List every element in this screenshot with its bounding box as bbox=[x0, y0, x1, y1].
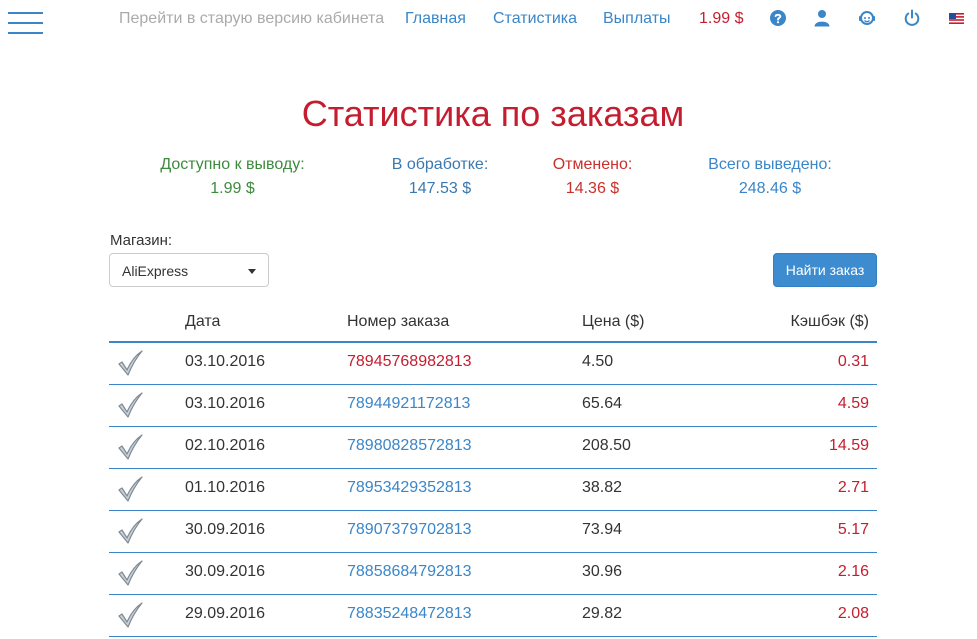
order-number-link[interactable]: 78858684792813 bbox=[347, 563, 472, 581]
order-date: 01.10.2016 bbox=[185, 479, 266, 496]
table-row: 02.10.2016 78980828572813 208.50 14.59 bbox=[109, 427, 877, 469]
order-price: 208.50 bbox=[582, 437, 631, 454]
order-cashback: 5.17 bbox=[837, 521, 869, 538]
table-row: 03.10.2016 78944921172813 65.64 4.59 bbox=[109, 385, 877, 427]
check-mark-icon bbox=[116, 601, 144, 629]
order-date: 30.09.2016 bbox=[185, 521, 266, 538]
header-date: Дата bbox=[185, 313, 221, 330]
order-cashback: 4.59 bbox=[837, 395, 869, 412]
cancelled-value: 14.36 $ bbox=[565, 180, 620, 197]
order-price: 38.82 bbox=[582, 479, 623, 496]
summary-processing: В обработке: 147.53 $ bbox=[365, 153, 515, 201]
store-select[interactable]: AliExpress bbox=[109, 253, 269, 287]
order-cashback: 14.59 bbox=[828, 437, 869, 454]
withdrawn-label: Всего выведено: bbox=[708, 156, 832, 173]
old-version-link[interactable]: Перейти в старую версию кабинета bbox=[119, 10, 384, 28]
order-price: 29.82 bbox=[582, 605, 623, 622]
order-date: 30.09.2016 bbox=[185, 563, 266, 580]
store-select-value: AliExpress bbox=[122, 263, 189, 279]
order-date: 02.10.2016 bbox=[185, 437, 266, 454]
balance-amount: 1.99 $ bbox=[699, 10, 744, 27]
summary-available: Доступно к выводу: 1.99 $ bbox=[140, 153, 325, 201]
order-number-link[interactable]: 78907379702813 bbox=[347, 521, 472, 539]
table-row: 03.10.2016 78945768982813 4.50 0.31 bbox=[109, 343, 877, 385]
caret-down-icon bbox=[248, 269, 256, 274]
table-row: 29.09.2016 78835248472813 29.82 2.08 bbox=[109, 595, 877, 637]
table-row: 01.10.2016 78953429352813 38.82 2.71 bbox=[109, 469, 877, 511]
order-number-link[interactable]: 78944921172813 bbox=[347, 395, 470, 413]
store-label: Магазин: bbox=[110, 232, 173, 249]
check-mark-icon bbox=[116, 517, 144, 545]
check-mark-icon bbox=[116, 559, 144, 587]
order-number-link[interactable]: 78980828572813 bbox=[347, 437, 472, 455]
nav-payouts-link[interactable]: Выплаты bbox=[603, 10, 671, 28]
check-mark-icon bbox=[116, 349, 144, 377]
table-header-row: Дата Номер заказа Цена ($) Кэшбэк ($) bbox=[109, 300, 877, 343]
orders-table: Дата Номер заказа Цена ($) Кэшбэк ($) 03… bbox=[109, 300, 877, 637]
order-number-link[interactable]: 78953429352813 bbox=[347, 479, 472, 497]
summary-withdrawn: Всего выведено: 248.46 $ bbox=[690, 153, 850, 201]
withdrawn-value: 248.46 $ bbox=[738, 180, 802, 197]
order-price: 30.96 bbox=[582, 563, 623, 580]
header-cashback: Кэшбэк ($) bbox=[790, 313, 869, 330]
us-flag-icon[interactable] bbox=[949, 13, 964, 24]
table-row: 30.09.2016 78907379702813 73.94 5.17 bbox=[109, 511, 877, 553]
order-price: 65.64 bbox=[582, 395, 623, 412]
header-price: Цена ($) bbox=[582, 313, 645, 330]
cancelled-label: Отменено: bbox=[552, 156, 633, 173]
user-icon[interactable] bbox=[813, 9, 831, 27]
order-date: 03.10.2016 bbox=[185, 353, 266, 370]
order-cashback: 2.71 bbox=[837, 479, 869, 496]
summary-cancelled: Отменено: 14.36 $ bbox=[530, 153, 655, 201]
order-number-link[interactable]: 78835248472813 bbox=[347, 605, 472, 623]
order-price: 73.94 bbox=[582, 521, 623, 538]
order-date: 03.10.2016 bbox=[185, 395, 266, 412]
top-navigation-bar: Перейти в старую версию кабинета Главная… bbox=[0, 0, 977, 40]
page-title: Статистика по заказам bbox=[301, 93, 685, 134]
order-cashback: 2.08 bbox=[837, 605, 869, 622]
hamburger-menu-icon[interactable] bbox=[8, 12, 44, 38]
table-row: 30.09.2016 78858684792813 30.96 2.16 bbox=[109, 553, 877, 595]
support-icon[interactable] bbox=[858, 9, 876, 27]
available-value: 1.99 $ bbox=[210, 180, 255, 197]
order-date: 29.09.2016 bbox=[185, 605, 266, 622]
check-mark-icon bbox=[116, 433, 144, 461]
order-price: 4.50 bbox=[582, 353, 614, 370]
find-order-button[interactable]: Найти заказ bbox=[773, 253, 877, 287]
order-cashback: 0.31 bbox=[837, 353, 869, 370]
check-mark-icon bbox=[116, 391, 144, 419]
nav-home-link[interactable]: Главная bbox=[405, 10, 466, 28]
order-number-link[interactable]: 78945768982813 bbox=[347, 353, 472, 371]
available-label: Доступно к выводу: bbox=[160, 156, 305, 173]
header-order-number: Номер заказа bbox=[347, 313, 450, 330]
power-icon[interactable] bbox=[903, 9, 921, 27]
processing-value: 147.53 $ bbox=[408, 180, 472, 197]
order-cashback: 2.16 bbox=[837, 563, 869, 580]
processing-label: В обработке: bbox=[391, 156, 489, 173]
check-mark-icon bbox=[116, 475, 144, 503]
nav-stats-link[interactable]: Статистика bbox=[493, 10, 577, 28]
help-icon[interactable] bbox=[769, 9, 787, 27]
table-body: 03.10.2016 78945768982813 4.50 0.31 03.1… bbox=[109, 343, 877, 637]
